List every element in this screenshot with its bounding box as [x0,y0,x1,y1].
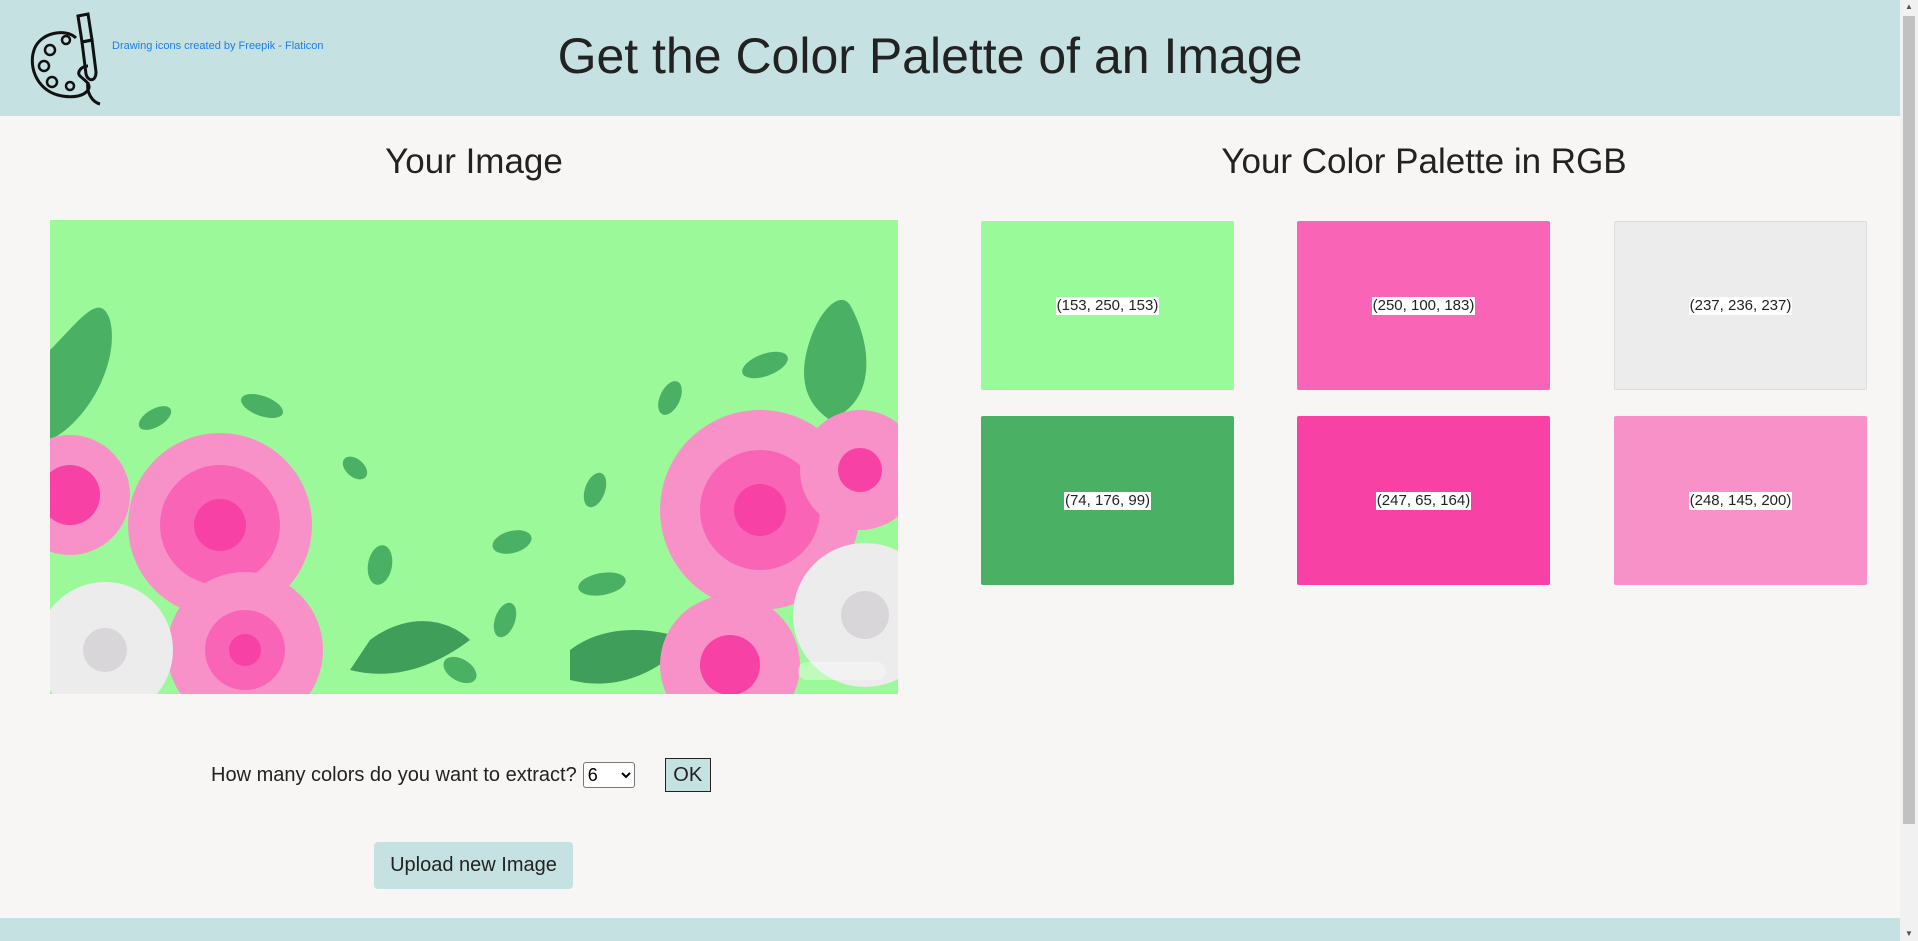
upload-image-button[interactable]: Upload new Image [374,842,573,889]
palette-swatch-6: (248, 145, 200) [1614,416,1867,585]
color-count-select[interactable]: 6 [582,762,635,788]
palette-swatch-3: (237, 236, 237) [1614,221,1867,390]
scrollbar-thumb[interactable] [1903,16,1915,824]
color-count-question: How many colors do you want to extract? [211,763,577,786]
scroll-down-arrow-icon[interactable]: ▼ [1900,927,1918,941]
swatch-rgb-label: (247, 65, 164) [1375,491,1472,510]
palette-swatch-2: (250, 100, 183) [1297,221,1550,390]
palette-title: Your Color Palette in RGB [1221,142,1627,181]
swatch-rgb-label: (237, 236, 237) [1688,296,1793,315]
flower-image [50,220,898,694]
swatch-rgb-label: (248, 145, 200) [1688,491,1793,510]
footer [0,918,1900,941]
color-count-controls: How many colors do you want to extract? … [211,758,711,792]
ok-button[interactable]: OK [664,758,711,792]
swatch-rgb-label: (250, 100, 183) [1371,296,1476,315]
palette-swatch-1: (153, 250, 153) [981,221,1234,390]
header: Drawing icons created by Freepik - Flati… [0,0,1900,116]
swatch-rgb-label: (153, 250, 153) [1055,296,1160,315]
vertical-scrollbar[interactable]: ▲ ▼ [1900,0,1918,941]
scroll-up-arrow-icon[interactable]: ▲ [1900,0,1918,14]
page-title: Get the Color Palette of an Image [557,28,1303,84]
palette-swatch-5: (247, 65, 164) [1297,416,1550,585]
palette-swatch-4: (74, 176, 99) [981,416,1234,585]
page: Drawing icons created by Freepik - Flati… [0,0,1918,941]
uploaded-image [50,220,898,694]
your-image-title: Your Image [385,142,563,181]
swatch-rgb-label: (74, 176, 99) [1063,491,1152,510]
